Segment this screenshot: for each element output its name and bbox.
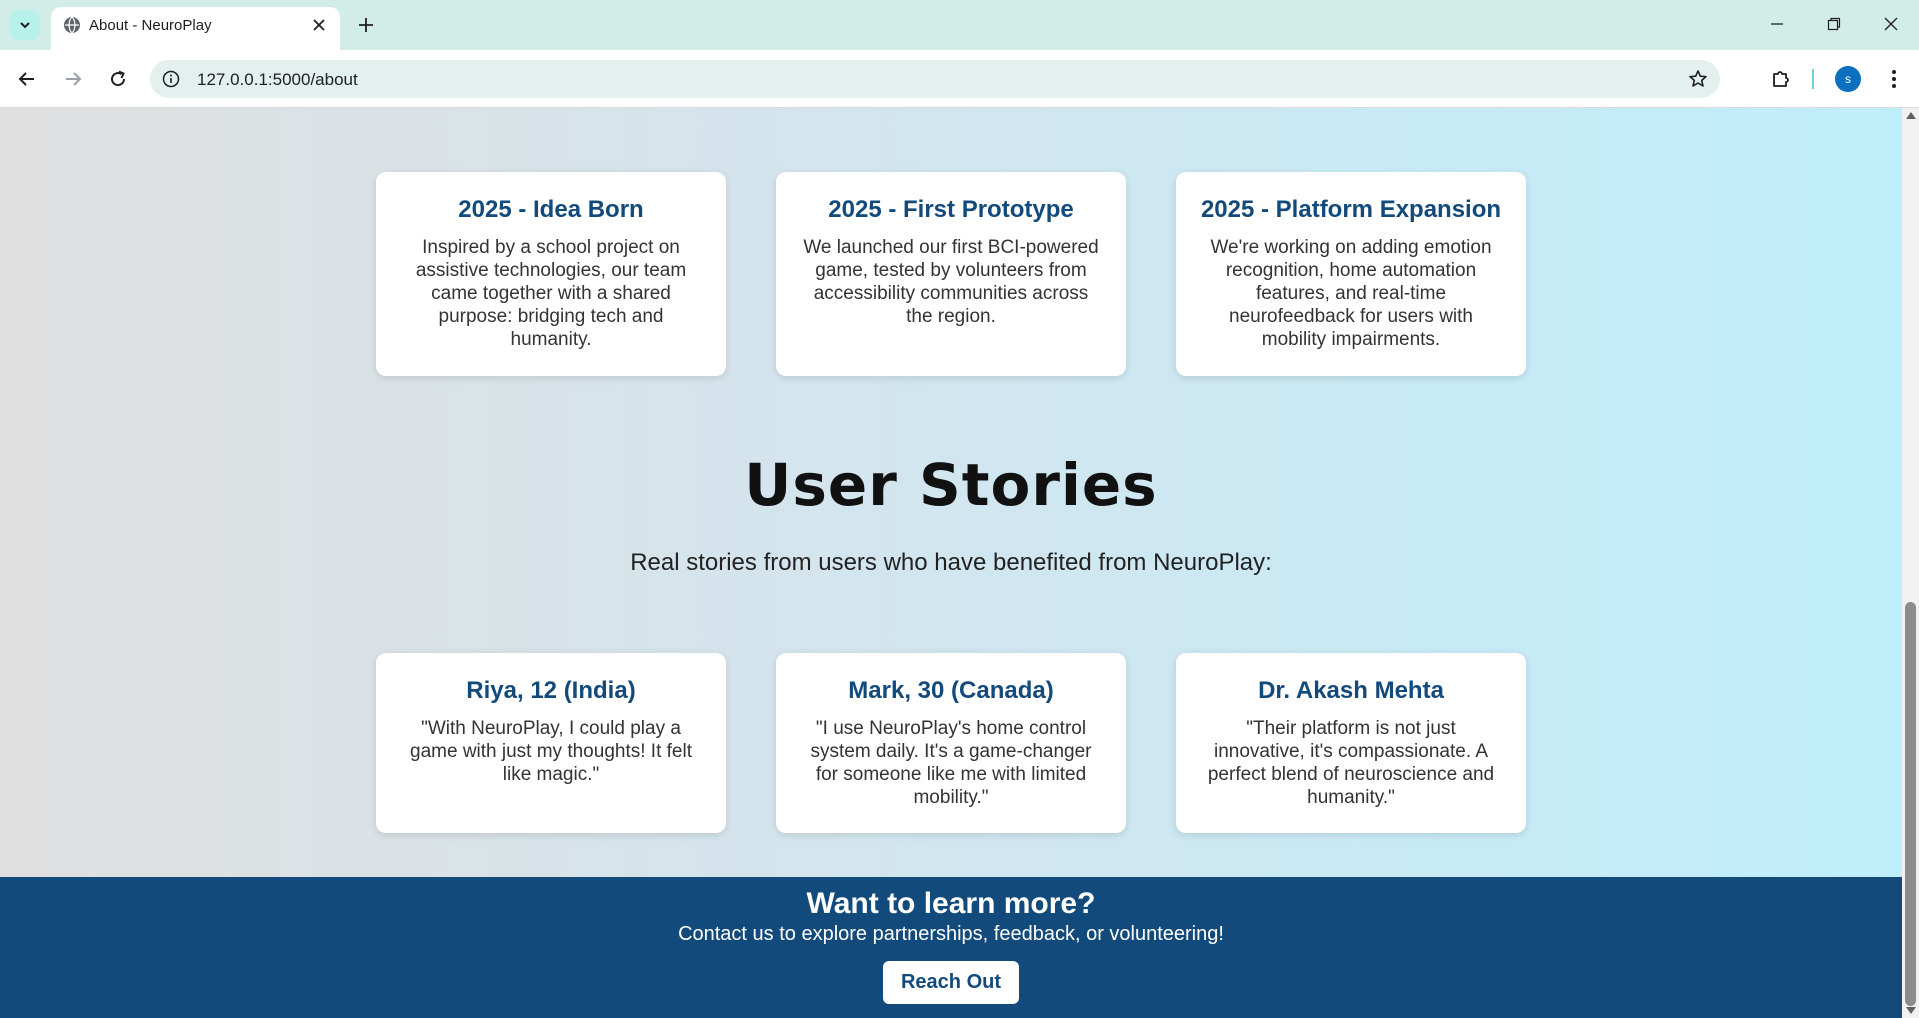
timeline-card-text: We're working on adding emotion recognit… [1210, 237, 1492, 350]
arrow-left-icon [18, 72, 34, 86]
site-info-button[interactable] [160, 68, 182, 90]
timeline-card: 2025 - Platform Expansion We're working … [1176, 172, 1526, 376]
scroll-down-arrow-icon[interactable] [1906, 1007, 1916, 1014]
url-text[interactable]: 127.0.0.1:5000/about [197, 70, 358, 90]
timeline-card: 2025 - First Prototype We launched our f… [776, 172, 1126, 376]
user-stories-heading: User Stories [744, 451, 1158, 519]
tab-close-button[interactable] [308, 14, 330, 36]
arrow-right-icon [66, 72, 82, 86]
page-scrollbar[interactable] [1902, 108, 1919, 1018]
restore-button[interactable] [1817, 9, 1851, 39]
back-button[interactable] [11, 63, 43, 95]
story-card: Riya, 12 (India) "With NeuroPlay, I coul… [376, 653, 726, 833]
close-icon [1884, 17, 1898, 31]
globe-icon [64, 16, 80, 34]
new-tab-button[interactable] [352, 11, 380, 39]
tab-title: About - NeuroPlay [89, 17, 212, 34]
bookmark-button[interactable] [1686, 67, 1710, 91]
timeline-card-text: Inspired by a school project on assistiv… [415, 237, 687, 350]
page-viewport: 2025 - Idea Born Inspired by a school pr… [0, 108, 1902, 1018]
timeline-card-title: 2025 - Platform Expansion [1200, 196, 1502, 223]
timeline-card-text: We launched our first BCI-powered game, … [803, 237, 1099, 327]
profile-avatar[interactable]: s [1835, 66, 1861, 92]
user-stories-subheading: Real stories from users who have benefit… [630, 549, 1272, 576]
close-icon [313, 19, 325, 31]
story-card-quote: "With NeuroPlay, I could play a game wit… [410, 718, 692, 785]
toolbar-separator [1812, 69, 1814, 89]
story-card-name: Dr. Akash Mehta [1258, 677, 1444, 704]
puzzle-icon [1773, 71, 1789, 87]
story-card-name: Riya, 12 (India) [466, 677, 636, 704]
tab-active[interactable]: About - NeuroPlay [51, 7, 340, 50]
reload-button[interactable] [102, 63, 134, 95]
cta-title: Want to learn more? [806, 887, 1096, 920]
more-vertical-icon [1892, 70, 1896, 88]
restore-icon [1827, 17, 1841, 31]
scroll-up-arrow-icon[interactable] [1906, 112, 1916, 119]
extensions-button[interactable] [1765, 63, 1797, 95]
story-card-quote: "I use NeuroPlay's home control system d… [810, 718, 1092, 808]
reach-out-button[interactable]: Reach Out [882, 961, 1020, 1004]
minimize-icon [1771, 23, 1783, 25]
scroll-thumb[interactable] [1905, 602, 1916, 1006]
minimize-button[interactable] [1760, 9, 1794, 39]
tab-search-button[interactable] [10, 10, 40, 40]
timeline-card: 2025 - Idea Born Inspired by a school pr… [376, 172, 726, 376]
story-card-name: Mark, 30 (Canada) [848, 677, 1054, 704]
address-bar[interactable]: 127.0.0.1:5000/about [150, 60, 1720, 98]
close-window-button[interactable] [1874, 9, 1908, 39]
info-icon [162, 70, 180, 88]
timeline-card-title: 2025 - Idea Born [458, 196, 644, 223]
plus-icon [359, 18, 373, 32]
forward-button[interactable] [57, 63, 89, 95]
browser-tab-bar: About - NeuroPlay [0, 0, 1919, 50]
reload-icon [111, 70, 126, 87]
browser-toolbar: 127.0.0.1:5000/about s [0, 50, 1919, 108]
story-card: Mark, 30 (Canada) "I use NeuroPlay's hom… [776, 653, 1126, 833]
story-card-quote: "Their platform is not just innovative, … [1207, 718, 1495, 808]
cta-text: Contact us to explore partnerships, feed… [678, 923, 1224, 945]
browser-menu-button[interactable] [1880, 63, 1908, 95]
cta-section: Want to learn more? Contact us to explor… [0, 877, 1902, 1018]
star-icon [1689, 70, 1707, 87]
story-card: Dr. Akash Mehta "Their platform is not j… [1176, 653, 1526, 833]
timeline-card-title: 2025 - First Prototype [828, 196, 1074, 223]
chevron-down-icon [20, 22, 30, 29]
